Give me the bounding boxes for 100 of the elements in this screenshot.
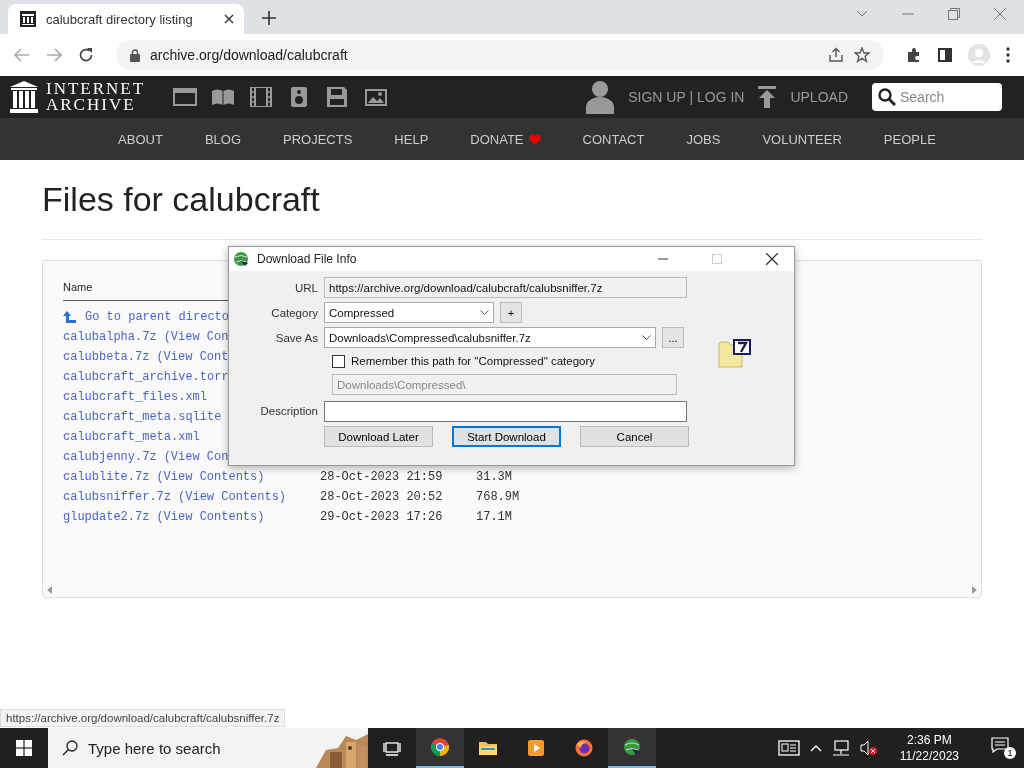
- nav-link[interactable]: BLOG: [204, 131, 241, 147]
- nav-link[interactable]: DONATE: [470, 131, 541, 147]
- page-title: Files for calubcraft: [42, 180, 982, 240]
- view-contents-link[interactable]: (View Contents): [156, 510, 265, 524]
- dialog-button[interactable]: Start Download: [452, 426, 561, 447]
- taskbar-search[interactable]: Type here to search: [48, 728, 316, 768]
- upload-icon[interactable]: [758, 86, 777, 108]
- reload-icon[interactable]: [78, 47, 94, 63]
- tab-title: calubcraft directory listing: [46, 11, 194, 27]
- media-player-icon: [527, 739, 545, 757]
- file-link[interactable]: calubcraft_meta.sqlite: [63, 410, 222, 424]
- file-link[interactable]: calubcraft_files.xml: [63, 390, 208, 404]
- window-icon[interactable]: [173, 87, 198, 107]
- checkbox[interactable]: [332, 354, 345, 368]
- field-label: Description: [259, 404, 318, 417]
- field-label: Category: [270, 306, 318, 319]
- globe-icon: [623, 738, 641, 756]
- nav-link[interactable]: JOBS: [686, 131, 721, 147]
- dialog-button[interactable]: Cancel: [580, 426, 689, 447]
- task-view-icon: [383, 739, 401, 757]
- puzzle-icon[interactable]: [906, 47, 922, 63]
- sidebar-icon[interactable]: [938, 48, 952, 62]
- chevron-up-icon[interactable]: [809, 744, 822, 752]
- url-field[interactable]: https://archive.org/download/calubcraft/calubsniffer.7z: [324, 277, 687, 298]
- file-size: 17.1M: [476, 510, 512, 524]
- plus-icon[interactable]: [262, 11, 276, 25]
- windows-icon[interactable]: [16, 740, 32, 756]
- nav-link[interactable]: VOLUNTEER: [762, 131, 842, 147]
- status-url: https://archive.org/download/calubcraft/calubsniffer.7z: [0, 709, 286, 727]
- save-as-dropdown[interactable]: Downloads\Compressed\calubsniffer.7z: [324, 327, 656, 348]
- nav-link[interactable]: ABOUT: [118, 131, 163, 147]
- columns-icon: [20, 11, 36, 27]
- search-icon: [62, 740, 78, 756]
- speaker-muted-icon[interactable]: [859, 740, 878, 756]
- upload-link[interactable]: UPLOAD: [790, 89, 848, 105]
- lock-icon: [130, 48, 140, 62]
- network-icon[interactable]: [831, 740, 850, 756]
- file-link[interactable]: glupdate2.7z: [63, 510, 150, 524]
- notification-button[interactable]: 1: [991, 737, 1016, 759]
- file-date: 28-Oct-2023 21:59: [320, 470, 444, 484]
- person-icon: [586, 80, 615, 114]
- address-bar[interactable]: archive.org/download/calubcraft: [116, 40, 884, 70]
- clock[interactable]: 2:36 PM 11/22/2023: [899, 732, 959, 764]
- file-date: 29-Oct-2023 17:26: [320, 510, 444, 524]
- nav-link[interactable]: PROJECTS: [283, 131, 353, 147]
- file-date: 28-Oct-2023 20:52: [320, 490, 444, 504]
- taskbar-app[interactable]: [608, 728, 656, 768]
- taskbar-app[interactable]: [416, 728, 464, 768]
- globe-icon: [233, 251, 249, 267]
- logo-text[interactable]: INTERNET: [46, 81, 146, 97]
- file-link[interactable]: calubjenny.7z: [63, 450, 157, 464]
- category-dropdown[interactable]: Compressed: [324, 302, 494, 323]
- checkbox-label[interactable]: Remember this path for "Compressed" category: [351, 355, 595, 367]
- close-icon[interactable]: [224, 14, 234, 24]
- file-link[interactable]: calubbeta.7z: [63, 350, 150, 364]
- file-link[interactable]: calubalpha.7z: [63, 330, 157, 344]
- nav-link[interactable]: CONTACT: [582, 131, 645, 147]
- dialog-button[interactable]: Download Later: [324, 426, 433, 447]
- view-contents-link[interactable]: (View Cont: [156, 350, 229, 364]
- restore-icon[interactable]: [948, 8, 960, 20]
- parent-link[interactable]: Go to parent directo: [85, 310, 230, 324]
- browse-button[interactable]: ...: [662, 327, 684, 348]
- view-contents-link[interactable]: (View Con: [163, 330, 229, 344]
- chevron-down-icon: [480, 309, 489, 316]
- add-button[interactable]: +: [500, 302, 522, 323]
- nav-link[interactable]: HELP: [394, 131, 429, 147]
- description-field[interactable]: [324, 401, 687, 422]
- notification-count: 1: [1004, 747, 1016, 759]
- chevron-down-icon[interactable]: [856, 10, 868, 18]
- view-contents-link[interactable]: (View Contents): [156, 470, 265, 484]
- file-link[interactable]: calubcraft_archive.torr: [63, 370, 229, 384]
- file-link[interactable]: calubsniffer.7z: [63, 490, 172, 504]
- folder-icon: [479, 739, 497, 757]
- path-field: Downloads\Compressed\: [332, 374, 677, 395]
- right-arrow-icon: [972, 586, 977, 594]
- star-icon[interactable]: [854, 47, 870, 63]
- account-link[interactable]: SIGN UP | LOG IN: [628, 89, 745, 105]
- file-link[interactable]: calubcraft_meta.xml: [63, 430, 200, 444]
- film-icon[interactable]: [249, 87, 274, 107]
- temple-icon[interactable]: [10, 81, 38, 113]
- maximize-icon: [712, 254, 722, 264]
- nav-link[interactable]: PEOPLE: [883, 131, 936, 147]
- firefox-icon: [575, 739, 593, 757]
- left-arrow-icon: [47, 586, 52, 594]
- column-header: Name: [63, 281, 93, 293]
- book-icon[interactable]: [211, 87, 236, 107]
- dialog-title: Download File Info: [257, 252, 357, 266]
- close-icon[interactable]: [766, 253, 778, 265]
- view-contents-link[interactable]: (View Con: [163, 450, 229, 464]
- more-icon[interactable]: [1006, 47, 1010, 63]
- search-field[interactable]: Search: [872, 83, 1002, 111]
- news-icon[interactable]: [777, 740, 800, 756]
- floppy-icon[interactable]: [325, 87, 350, 107]
- share-icon[interactable]: [828, 47, 844, 63]
- browser-tab[interactable]: calubcraft directory listing: [8, 4, 244, 34]
- view-contents-link[interactable]: (View Contents): [178, 490, 287, 504]
- up-arrow-icon[interactable]: [63, 310, 77, 324]
- image-icon[interactable]: [363, 87, 388, 107]
- file-link[interactable]: calublite.7z: [63, 470, 150, 484]
- logo-text[interactable]: ARCHIVE: [46, 97, 146, 113]
